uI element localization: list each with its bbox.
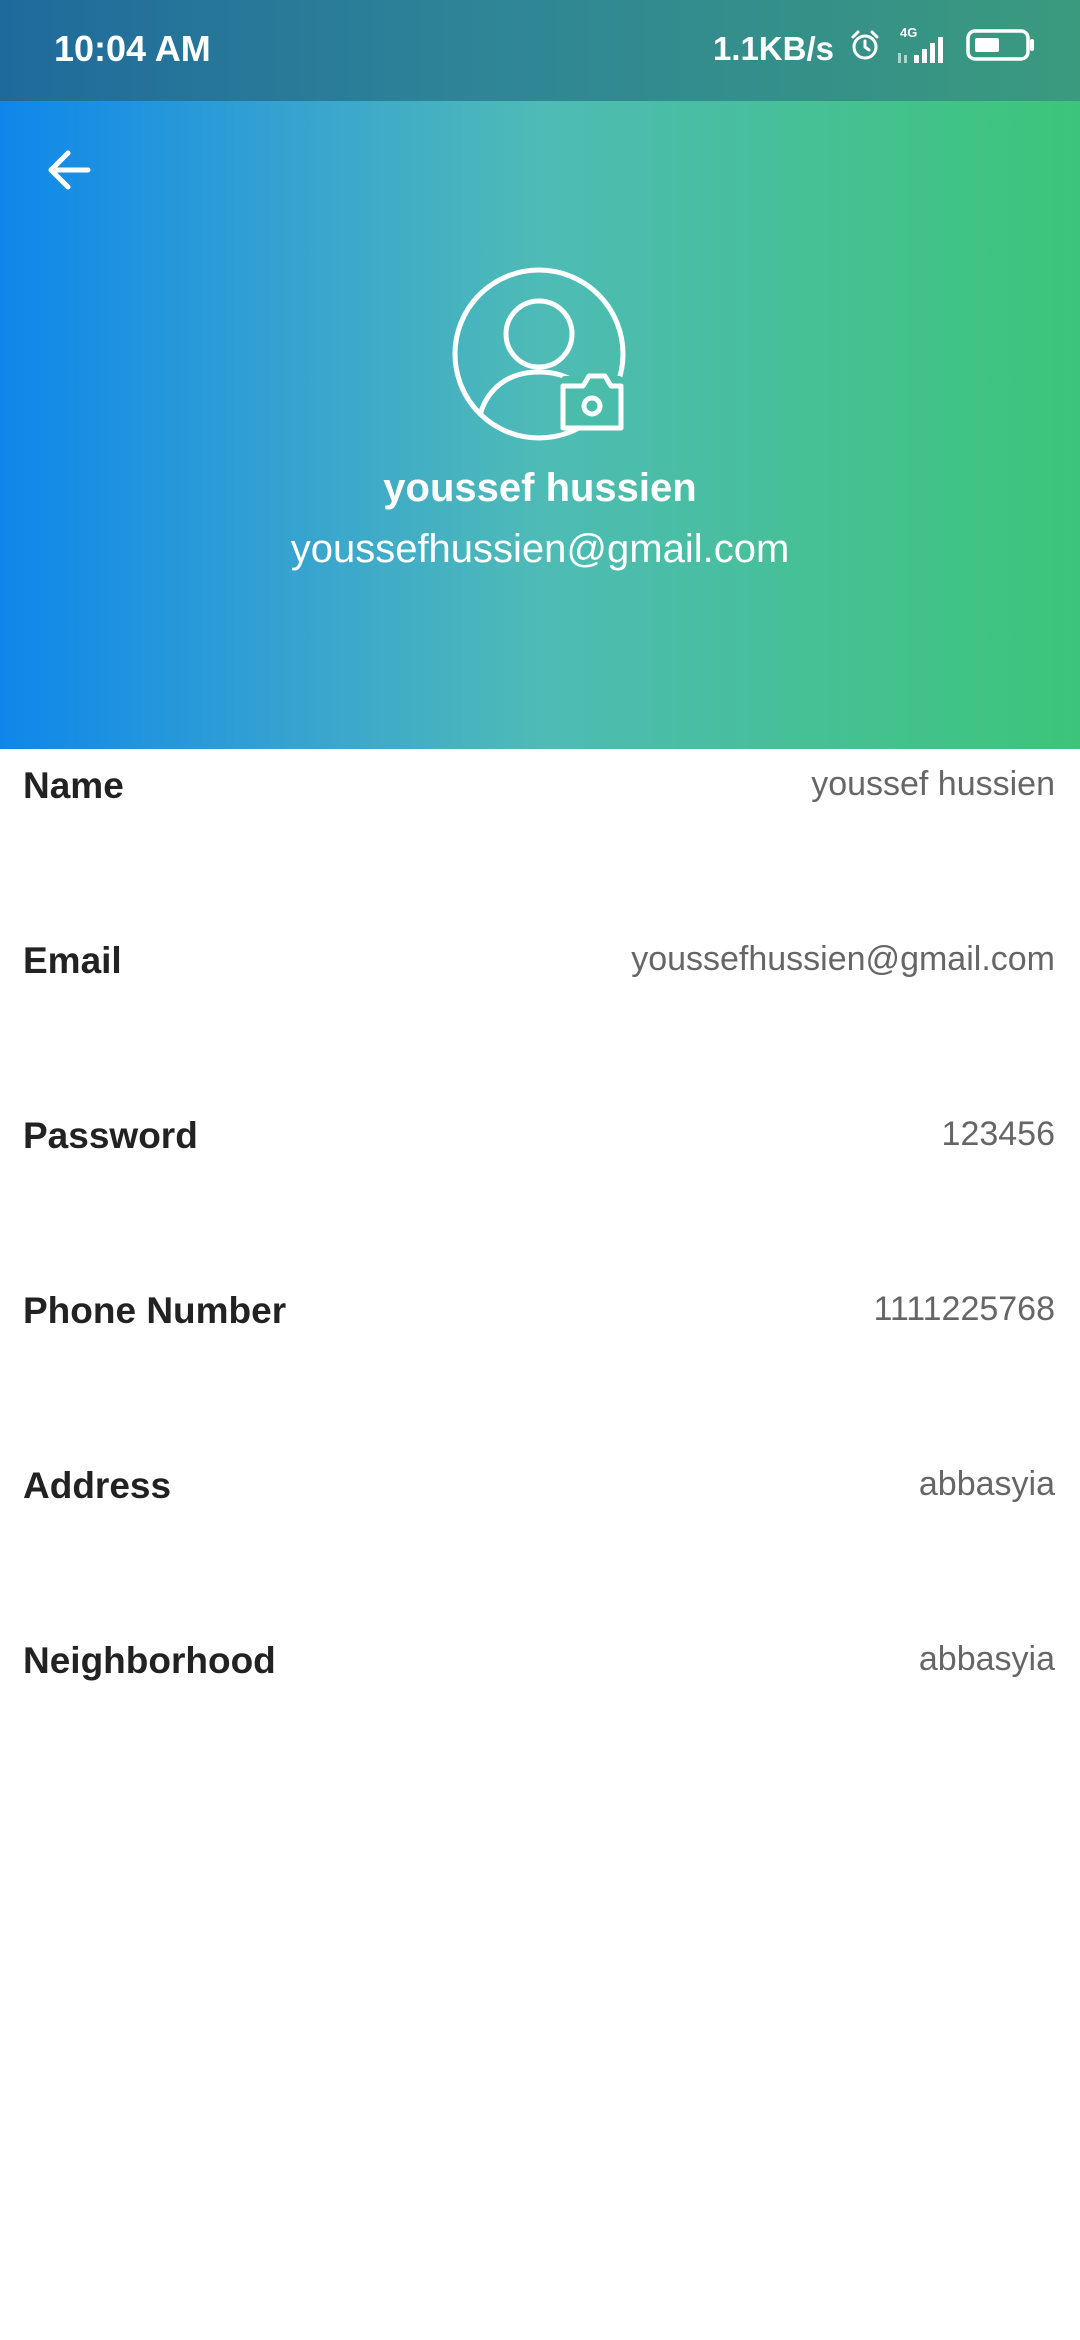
info-row-phone: Phone Number 1111225768 <box>0 1274 1080 1449</box>
back-button[interactable] <box>34 135 104 205</box>
info-label: Neighborhood <box>23 1640 276 1681</box>
profile-name: youssef hussien <box>383 466 697 510</box>
profile-header: youssef hussien youssefhussien@gmail.com <box>0 101 1080 749</box>
status-bar: 10:04 AM 1.1KB/s 4G <box>0 0 1080 101</box>
info-label: Name <box>23 765 124 806</box>
network-speed: 1.1KB/s <box>712 30 834 67</box>
info-row-neighborhood: Neighborhood abbasyia <box>0 1624 1080 1799</box>
info-row-address: Address abbasyia <box>0 1449 1080 1624</box>
info-label: Password <box>23 1115 198 1156</box>
avatar-button[interactable] <box>449 264 629 444</box>
info-value: youssef hussien <box>811 765 1055 803</box>
battery-icon <box>966 28 1036 70</box>
info-value: 1111225768 <box>873 1290 1055 1328</box>
signal-icon: 4G <box>896 25 952 67</box>
info-label: Address <box>23 1465 172 1506</box>
profile-info-list: Name youssef hussien Email youssefhussie… <box>0 749 1080 1799</box>
info-row-password: Password 123456 <box>0 1099 1080 1274</box>
info-row-name: Name youssef hussien <box>0 749 1080 924</box>
info-value: youssefhussien@gmail.com <box>631 940 1055 978</box>
status-icons: 1.1KB/s 4G <box>712 25 1036 70</box>
arrow-left-icon <box>48 150 91 190</box>
status-time: 10:04 AM <box>54 28 211 69</box>
info-row-email: Email youssefhussien@gmail.com <box>0 924 1080 1099</box>
info-value: abbasyia <box>918 1640 1055 1678</box>
info-label: Phone Number <box>23 1290 287 1331</box>
info-value: 123456 <box>941 1115 1055 1153</box>
info-value: abbasyia <box>918 1465 1055 1503</box>
profile-email: youssefhussien@gmail.com <box>290 527 790 571</box>
alarm-icon <box>848 28 882 70</box>
user-camera-icon <box>452 267 626 441</box>
info-label: Email <box>23 940 122 981</box>
